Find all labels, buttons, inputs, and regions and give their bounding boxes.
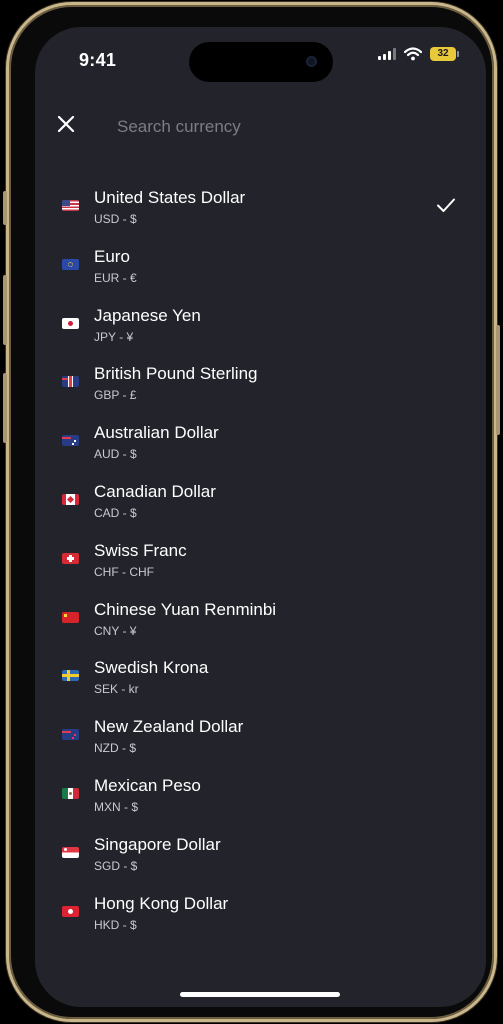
currency-code: JPY - ¥ <box>94 329 134 344</box>
close-icon[interactable] <box>53 111 79 137</box>
dynamic-island <box>189 42 333 82</box>
currency-row-se[interactable]: Swedish Krona SEK - kr <box>35 645 486 704</box>
currency-name: Swedish Krona <box>94 658 209 678</box>
currency-name: Chinese Yuan Renminbi <box>94 599 277 619</box>
flag-us-icon <box>62 200 79 211</box>
search-input[interactable] <box>115 113 439 141</box>
currency-name: Singapore Dollar <box>94 834 221 854</box>
currency-row-au[interactable]: Australian Dollar AUD - $ <box>35 410 486 469</box>
currency-row-cn[interactable]: Chinese Yuan Renminbi CNY - ¥ <box>35 587 486 646</box>
screen: 9:41 32 United States Dollar USD - $ Eu <box>35 27 486 1007</box>
flag-eu-icon <box>62 258 79 270</box>
currency-row-jp[interactable]: Japanese Yen JPY - ¥ <box>35 293 486 352</box>
status-time: 9:41 <box>79 50 117 70</box>
currency-row-us[interactable]: United States Dollar USD - $ <box>35 175 486 234</box>
currency-code: HKD - $ <box>94 917 137 932</box>
currency-code: SEK - kr <box>94 682 139 697</box>
power-button <box>496 325 500 435</box>
currency-row-gb[interactable]: British Pound Sterling GBP - £ <box>35 351 486 410</box>
flag-jp-icon <box>62 317 79 329</box>
currency-name: New Zealand Dollar <box>94 717 244 737</box>
currency-code: SGD - $ <box>94 858 138 873</box>
flag-ca-icon <box>62 493 79 505</box>
currency-name: British Pound Sterling <box>94 364 258 384</box>
currency-row-ch[interactable]: Swiss Franc CHF - CHF <box>35 528 486 587</box>
battery-icon: 32 <box>430 47 459 61</box>
currency-name: Hong Kong Dollar <box>94 893 229 913</box>
currency-row-ca[interactable]: Canadian Dollar CAD - $ <box>35 469 486 528</box>
currency-name: United States Dollar <box>94 188 246 207</box>
flag-mx-icon <box>62 787 79 799</box>
volume-up-button <box>3 275 7 345</box>
currency-code: CHF - CHF <box>94 564 154 579</box>
flag-cn-icon <box>62 611 79 623</box>
flag-hk-icon <box>62 905 79 917</box>
front-camera <box>306 56 317 67</box>
currency-row-nz[interactable]: New Zealand Dollar NZD - $ <box>35 704 486 763</box>
currency-row-eu[interactable]: Euro EUR - € <box>35 234 486 293</box>
flag-au-icon <box>62 435 79 447</box>
checkmark-icon <box>437 198 455 212</box>
currency-row-mx[interactable]: Mexican Peso MXN - $ <box>35 763 486 822</box>
currency-code: NZD - $ <box>94 741 136 756</box>
action-button <box>3 191 7 225</box>
currency-code: EUR - € <box>94 270 137 285</box>
phone-frame: 9:41 32 United States Dollar USD - $ Eu <box>3 2 500 1022</box>
flag-sg-icon <box>62 846 79 858</box>
volume-down-button <box>3 373 7 443</box>
status-icons: 32 <box>378 46 459 62</box>
currency-name: Australian Dollar <box>94 423 219 443</box>
flag-se-icon <box>62 670 79 682</box>
currency-code: USD - $ <box>94 212 137 226</box>
cellular-signal-icon <box>378 48 396 60</box>
currency-name: Mexican Peso <box>94 775 201 795</box>
currency-name: Canadian Dollar <box>94 481 216 501</box>
currency-name: Japanese Yen <box>94 305 201 325</box>
currency-code: CAD - $ <box>94 505 137 520</box>
currency-name: Swiss Franc <box>94 540 187 560</box>
currency-code: AUD - $ <box>94 447 137 462</box>
currency-code: GBP - £ <box>94 388 137 403</box>
flag-gb-icon <box>62 376 79 388</box>
flag-ch-icon <box>62 552 79 564</box>
currency-code: CNY - ¥ <box>94 623 137 638</box>
flag-nz-icon <box>62 729 79 741</box>
currency-row-hk[interactable]: Hong Kong Dollar HKD - $ <box>35 881 486 940</box>
home-indicator[interactable] <box>180 992 340 997</box>
currency-name: Euro <box>94 246 130 266</box>
currency-row-sg[interactable]: Singapore Dollar SGD - $ <box>35 822 486 881</box>
currency-code: MXN - $ <box>94 799 139 814</box>
wifi-icon <box>404 47 422 61</box>
currency-list: United States Dollar USD - $ Euro EUR - … <box>35 175 486 939</box>
